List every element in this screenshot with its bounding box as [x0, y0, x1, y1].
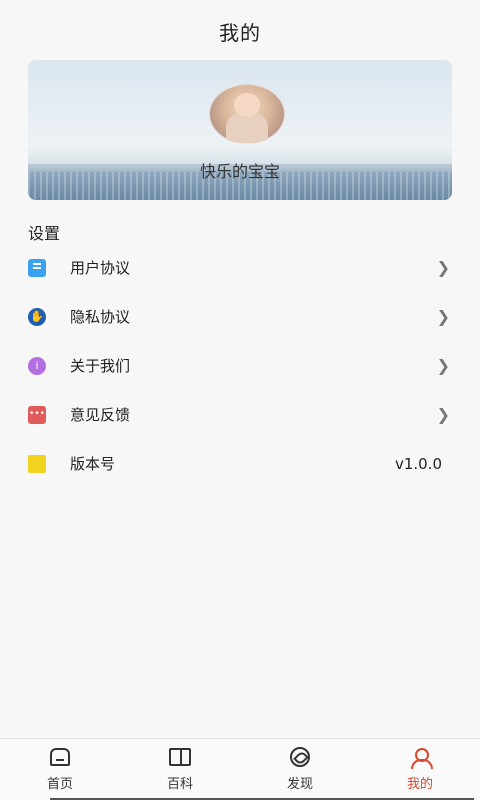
menu-item-version: 版本号 v1.0.0	[0, 439, 480, 488]
document-icon	[28, 258, 46, 277]
chevron-right-icon: ❯	[436, 307, 450, 326]
compass-icon	[289, 747, 311, 767]
chevron-right-icon: ❯	[436, 405, 450, 424]
chat-icon: •••	[28, 405, 46, 424]
avatar-body	[226, 113, 268, 143]
menu-item-label: 隐私协议	[70, 308, 131, 326]
avatar[interactable]	[209, 84, 285, 144]
tab-label: 首页	[46, 777, 73, 792]
page-title: 我的	[219, 20, 261, 45]
settings-list: 用户协议 ❯ ✋ 隐私协议 ❯ i 关于我们 ❯ ••• 意见反馈 ❯ 版本号 …	[0, 243, 480, 488]
menu-item-label: 关于我们	[70, 357, 131, 375]
menu-item-label: 意见反馈	[70, 406, 131, 424]
profile-banner: 快乐的宝宝	[28, 60, 452, 200]
menu-item-label: 版本号	[70, 455, 116, 473]
chevron-right-icon: ❯	[436, 356, 450, 375]
menu-item-user-agreement[interactable]: 用户协议 ❯	[0, 243, 480, 292]
tab-home[interactable]: 首页	[0, 739, 120, 800]
note-icon	[28, 454, 46, 473]
book-icon	[169, 747, 191, 767]
bottom-tab-bar: 首页 百科 发现 我的	[0, 738, 480, 800]
menu-item-privacy[interactable]: ✋ 隐私协议 ❯	[0, 292, 480, 341]
menu-item-about[interactable]: i 关于我们 ❯	[0, 341, 480, 390]
chevron-right-icon: ❯	[436, 258, 450, 277]
menu-item-label: 用户协议	[70, 259, 131, 277]
top-bar: 我的	[0, 0, 480, 62]
version-value: v1.0.0	[394, 454, 442, 473]
tab-label: 我的	[406, 777, 433, 792]
hand-icon: ✋	[28, 307, 46, 326]
settings-title: 设置	[28, 224, 61, 243]
home-icon	[49, 747, 71, 767]
tab-encyclopedia[interactable]: 百科	[120, 739, 240, 800]
info-icon: i	[28, 356, 46, 375]
tab-discover[interactable]: 发现	[240, 739, 360, 800]
nickname: 快乐的宝宝	[199, 162, 280, 181]
tab-label: 百科	[166, 777, 193, 792]
avatar-face	[234, 93, 260, 117]
tab-label: 发现	[286, 777, 313, 792]
menu-item-feedback[interactable]: ••• 意见反馈 ❯	[0, 390, 480, 439]
tab-mine[interactable]: 我的	[360, 739, 480, 800]
user-icon	[409, 747, 433, 769]
